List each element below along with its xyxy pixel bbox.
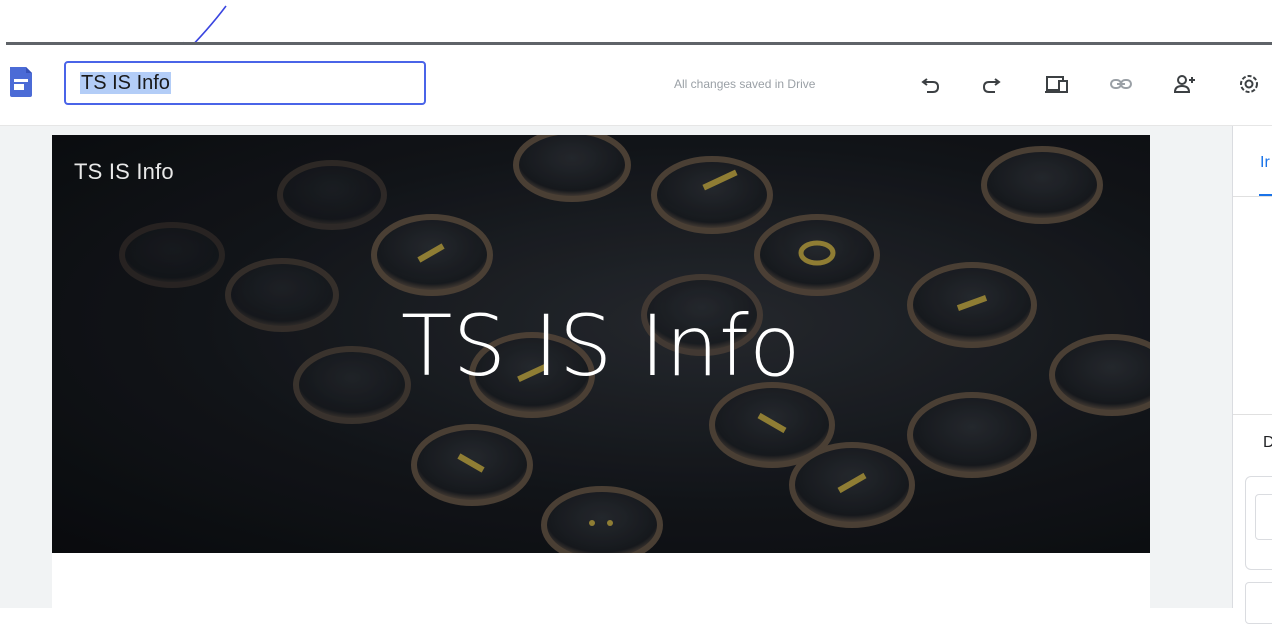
undo-icon[interactable] [918, 71, 944, 97]
google-sites-logo-icon[interactable] [8, 65, 34, 99]
right-side-panel: Ir D [1232, 126, 1272, 624]
header-banner[interactable]: TS IS Info TS IS Info [52, 135, 1150, 553]
save-status-text: All changes saved in Drive [674, 77, 816, 91]
editor-canvas: TS IS Info TS IS Info [0, 126, 1232, 608]
editor-toolbar: TS IS Info All changes saved in Drive [0, 45, 1272, 126]
site-page: TS IS Info TS IS Info [52, 135, 1150, 608]
link-icon[interactable] [1108, 71, 1134, 97]
share-icon[interactable] [1172, 71, 1198, 97]
redo-icon[interactable] [978, 71, 1004, 97]
site-title-input-value: TS IS Info [80, 72, 171, 94]
banner-title[interactable]: TS IS Info [52, 297, 1150, 395]
section-heading: D [1263, 434, 1272, 451]
site-name-label[interactable]: TS IS Info [74, 159, 174, 185]
site-title-input[interactable]: TS IS Info [64, 61, 426, 105]
settings-icon[interactable] [1236, 71, 1262, 97]
tab-insert[interactable]: Ir [1260, 154, 1270, 172]
preview-icon[interactable] [1044, 71, 1070, 97]
panel-divider [1233, 414, 1272, 415]
panel-divider [1233, 196, 1272, 197]
layout-card[interactable] [1245, 582, 1272, 624]
layout-thumbnail[interactable] [1255, 494, 1272, 540]
